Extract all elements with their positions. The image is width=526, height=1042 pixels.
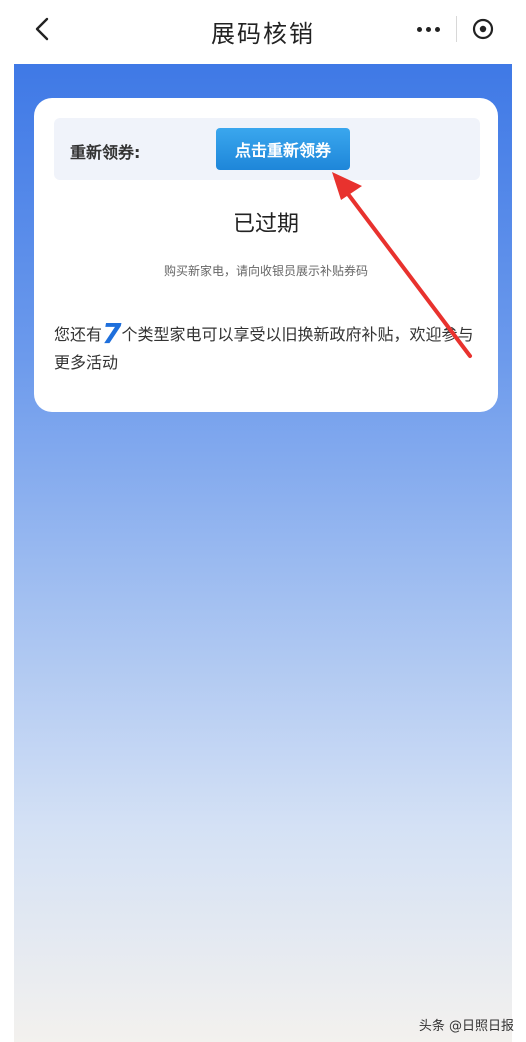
coupon-card: 重新领券: 点击重新领券 已过期 购买新家电，请向收银员展示补贴券码 您还有7个… xyxy=(34,98,498,412)
hint-text: 购买新家电，请向收银员展示补贴券码 xyxy=(163,264,368,278)
relabel-row: 重新领券: 点击重新领券 xyxy=(54,118,480,180)
watermark: 头条 @日照日报 xyxy=(418,1019,514,1034)
more-button[interactable] xyxy=(402,10,456,48)
close-button[interactable] xyxy=(456,10,510,48)
more-dots-icon xyxy=(415,26,442,32)
capsule-menu xyxy=(402,10,510,48)
relabel-button[interactable]: 点击重新领券 xyxy=(216,128,350,170)
notice-count: 7 xyxy=(102,317,122,350)
relabel-label: 重新领券: xyxy=(70,143,141,162)
notice-text: 您还有7个类型家电可以享受以旧换新政府补贴，欢迎参与更多活动 xyxy=(54,320,478,377)
notice-prefix: 您还有 xyxy=(54,325,103,344)
close-circle-icon xyxy=(473,18,494,40)
status-text: 已过期 xyxy=(232,212,299,237)
navbar: 展码核销 xyxy=(0,0,526,62)
